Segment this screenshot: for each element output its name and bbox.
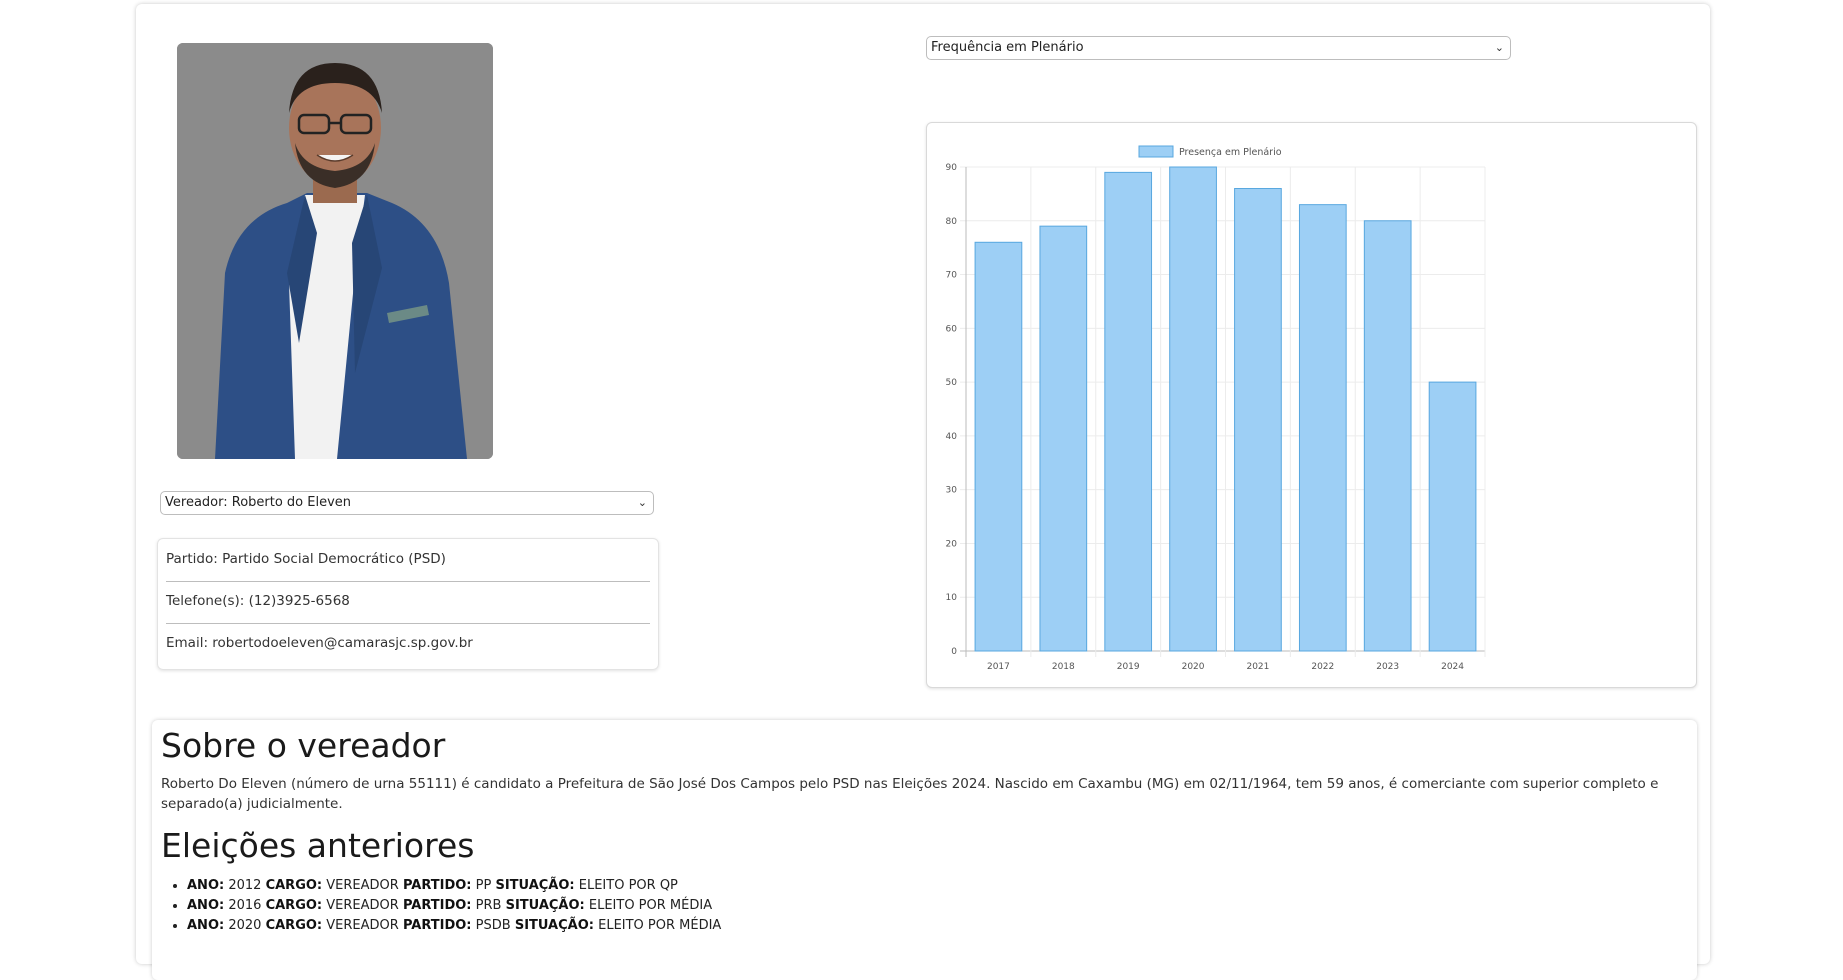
bar [974, 241, 1023, 652]
bar [1234, 188, 1282, 652]
x-tick-label: 2019 [1117, 662, 1140, 672]
list-item: ANO: 2020 CARGO: VEREADOR PARTIDO: PSDB … [187, 916, 721, 936]
vereador-select-value: Vereador: Roberto do Eleven [165, 495, 352, 510]
bar [1363, 220, 1412, 652]
email-text: Email: robertodoeleven@camarasjc.sp.gov.… [166, 635, 473, 651]
y-tick-label: 80 [946, 217, 958, 227]
bar [1298, 204, 1347, 652]
x-tick-label: 2023 [1376, 662, 1399, 672]
legend-label: Presença em Plenário [1179, 147, 1282, 158]
elections-list: ANO: 2012 CARGO: VEREADOR PARTIDO: PP SI… [161, 876, 721, 936]
about-text: Roberto Do Eleven (número de urna 55111)… [161, 776, 1659, 812]
bar [1039, 225, 1088, 652]
x-tick-label: 2021 [1246, 662, 1269, 672]
bar [1169, 166, 1217, 652]
y-tick-label: 0 [951, 647, 957, 657]
partido-text: Partido: Partido Social Democrático (PSD… [166, 551, 446, 567]
about-section: Sobre o vereador Roberto Do Eleven (núme… [152, 720, 1697, 980]
y-tick-label: 30 [946, 486, 958, 496]
elections-title: Eleições anteriores [161, 826, 475, 865]
y-tick-label: 90 [946, 163, 958, 173]
vereador-select[interactable]: Vereador: Roberto do Eleven ⌄ [160, 491, 654, 515]
chevron-down-icon: ⌄ [1494, 41, 1504, 54]
legend-swatch [1138, 145, 1174, 158]
metric-select[interactable]: Frequência em Plenário ⌄ [926, 36, 1511, 60]
about-title: Sobre o vereador [161, 726, 446, 765]
x-tick-label: 2018 [1052, 662, 1075, 672]
attendance-chart-card: 0 10 20 30 40 50 60 70 80 90 2017 2018 2019 2020 2021 2… [926, 122, 1697, 688]
list-item: ANO: 2016 CARGO: VEREADOR PARTIDO: PRB S… [187, 896, 721, 916]
x-tick-label: 2020 [1182, 662, 1205, 672]
y-tick-label: 70 [946, 271, 958, 281]
attendance-chart: 0 10 20 30 40 50 60 70 80 90 2017 2018 2019 2020 2021 2… [946, 145, 1486, 672]
bar [1428, 381, 1477, 652]
list-item: ANO: 2012 CARGO: VEREADOR PARTIDO: PP SI… [187, 876, 721, 896]
telefone-text: Telefone(s): (12)3925-6568 [166, 593, 350, 609]
y-tick-label: 60 [946, 324, 958, 334]
vereador-photo [177, 43, 493, 459]
x-tick-label: 2022 [1311, 662, 1334, 672]
chevron-down-icon: ⌄ [637, 496, 647, 509]
y-tick-label: 40 [946, 432, 958, 442]
contact-info-card: Partido: Partido Social Democrático (PSD… [157, 538, 659, 670]
x-tick-label: 2017 [987, 662, 1010, 672]
y-tick-label: 20 [946, 539, 958, 549]
x-tick-label: 2024 [1441, 662, 1464, 672]
y-tick-label: 50 [946, 378, 958, 388]
y-tick-label: 10 [946, 593, 958, 603]
bar [1104, 171, 1153, 652]
metric-select-value: Frequência em Plenário [931, 40, 1084, 55]
